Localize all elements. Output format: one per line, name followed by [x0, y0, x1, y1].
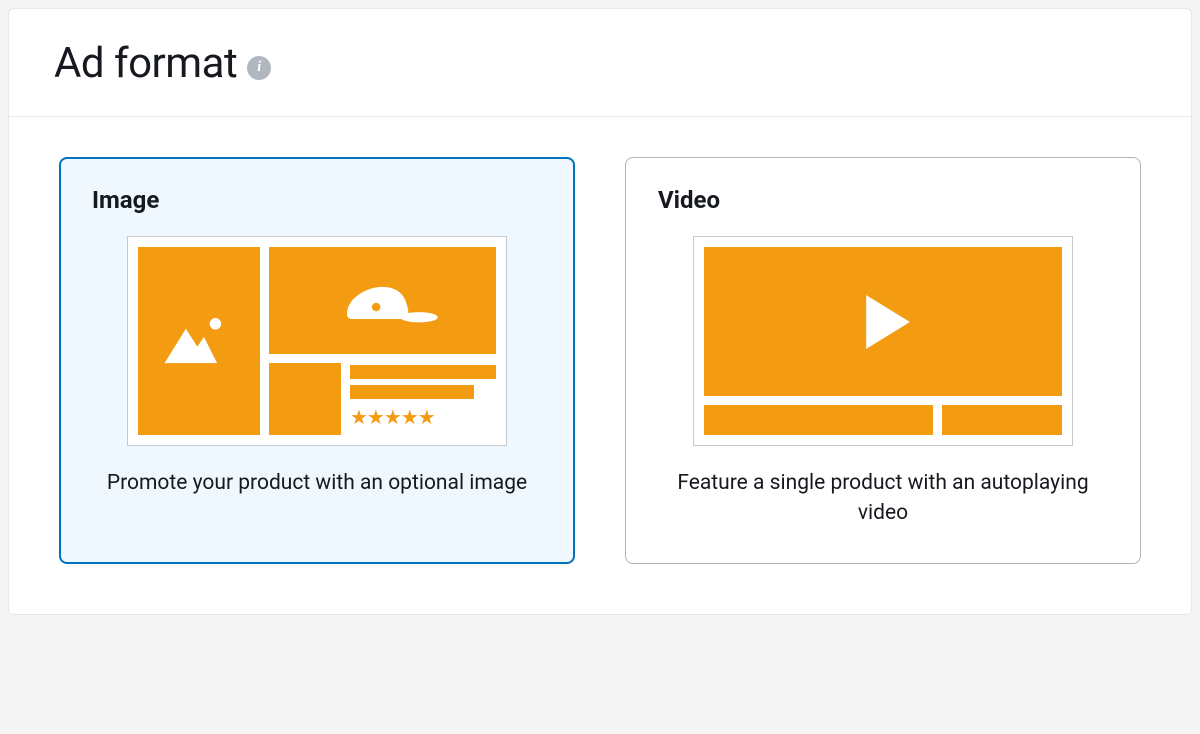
hat-icon — [323, 260, 443, 342]
play-icon — [841, 280, 925, 364]
format-option-video-title: Video — [658, 186, 1108, 214]
thumbnail-detail-row: ★★★★★ — [269, 363, 496, 435]
panel-body: Image — [9, 117, 1191, 614]
thumbnail-meta: ★★★★★ — [350, 363, 496, 435]
format-option-image-thumbnail: ★★★★★ — [92, 236, 542, 446]
thumbnail-video-area — [704, 247, 1062, 396]
mountain-icon — [158, 311, 240, 371]
ad-format-panel: Ad format i Image — [8, 8, 1192, 615]
thumbnail-small-image — [269, 363, 341, 435]
video-thumbnail-frame — [693, 236, 1073, 446]
panel-header: Ad format i — [9, 9, 1191, 117]
image-thumbnail-frame: ★★★★★ — [127, 236, 507, 446]
thumbnail-hero-image — [138, 247, 260, 435]
format-option-video-thumbnail — [658, 236, 1108, 446]
format-option-image-title: Image — [92, 186, 542, 214]
thumbnail-product-image — [269, 247, 496, 354]
info-icon[interactable]: i — [247, 56, 271, 80]
format-option-video-description: Feature a single product with an autopla… — [658, 468, 1108, 529]
section-title: Ad format — [54, 39, 237, 88]
format-option-image-description: Promote your product with an optional im… — [92, 468, 542, 498]
format-options: Image — [59, 157, 1141, 564]
text-bar-placeholder — [942, 405, 1062, 435]
text-line-placeholder — [350, 385, 474, 399]
thumbnail-caption-row — [704, 405, 1062, 435]
rating-stars-icon: ★★★★★ — [350, 407, 496, 427]
text-line-placeholder — [350, 365, 496, 379]
text-bar-placeholder — [704, 405, 933, 435]
format-option-image[interactable]: Image — [59, 157, 575, 564]
format-option-video[interactable]: Video Feature a single — [625, 157, 1141, 564]
